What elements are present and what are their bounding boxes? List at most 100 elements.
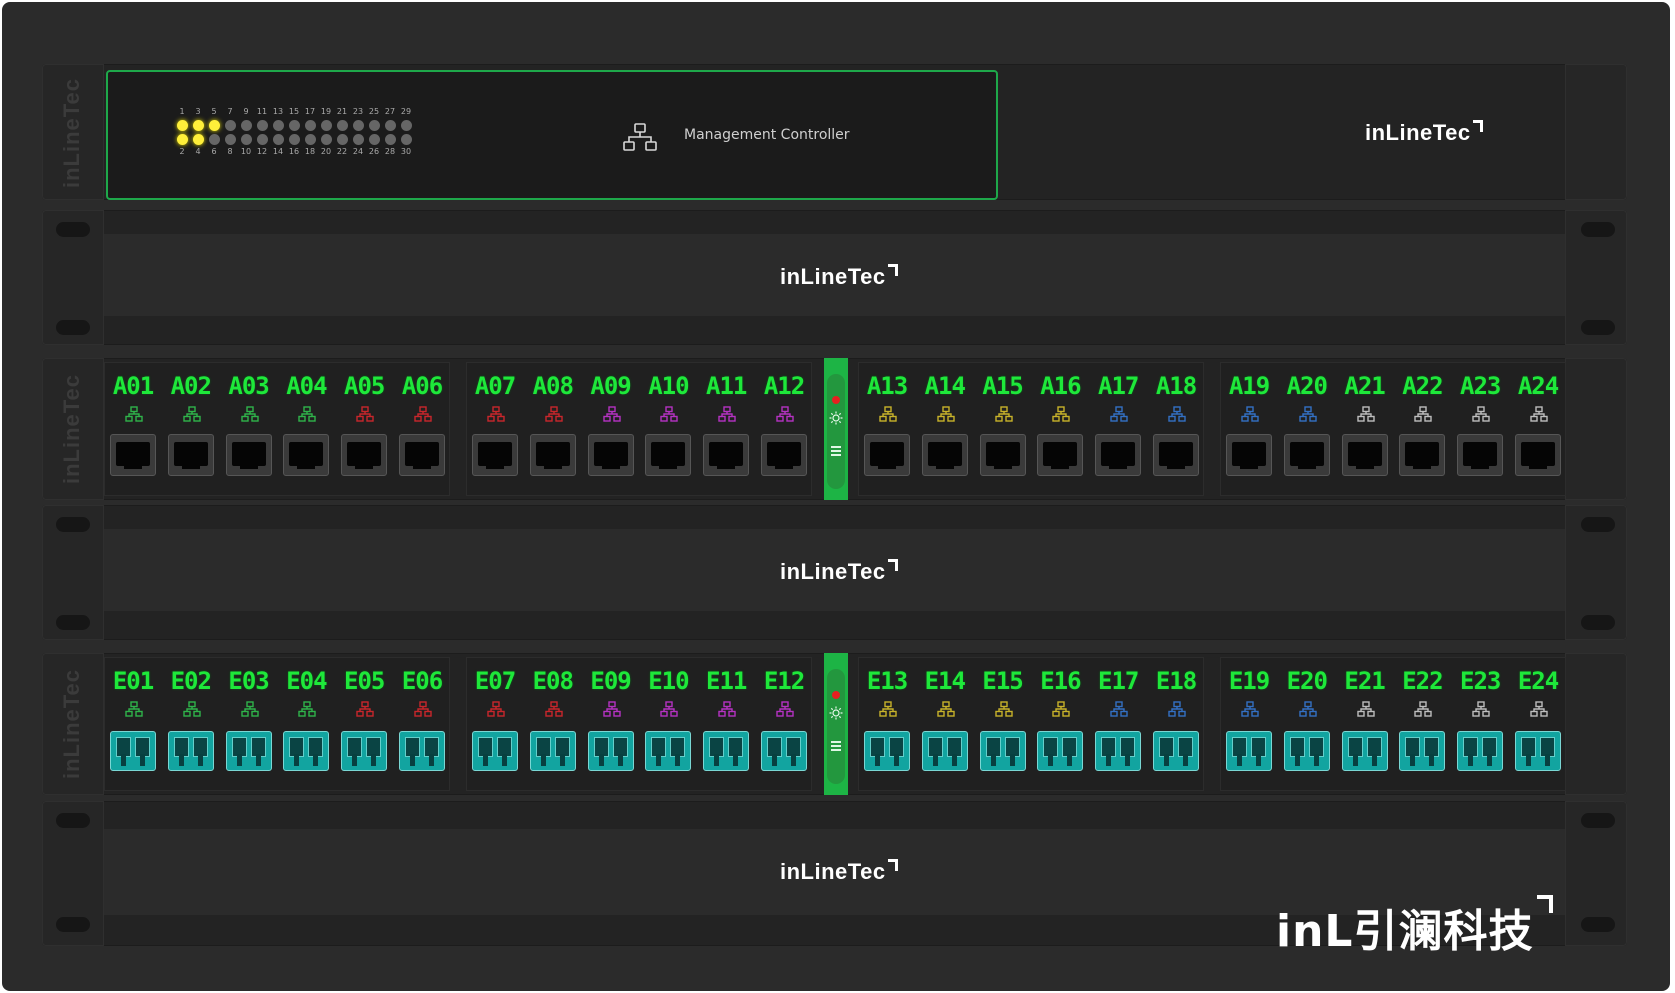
- port-label: E13: [866, 667, 908, 695]
- network-icon: [1530, 406, 1548, 422]
- port-led: [176, 134, 188, 145]
- port-led: [352, 120, 364, 131]
- port-led: [192, 134, 204, 145]
- right-rack-ear: [1565, 210, 1627, 345]
- rj45-port[interactable]: [1226, 434, 1272, 476]
- led-number-top: 9: [243, 107, 249, 116]
- rj45-port[interactable]: [1037, 434, 1084, 476]
- rj45-port[interactable]: [110, 434, 156, 476]
- port-led: [240, 120, 252, 131]
- led-number-bottom: 22: [336, 147, 348, 156]
- rj45-port[interactable]: [399, 434, 445, 476]
- port-label: A16: [1040, 372, 1081, 400]
- lc-fiber-port[interactable]: [1037, 731, 1084, 771]
- rj45-port[interactable]: [283, 434, 330, 476]
- panel-control-strip[interactable]: [824, 358, 848, 500]
- rj45-port[interactable]: [1153, 434, 1199, 476]
- network-icon: [183, 701, 201, 717]
- lc-fiber-port[interactable]: [1095, 731, 1142, 771]
- network-icon: [240, 701, 259, 717]
- lc-fiber-port[interactable]: [587, 731, 634, 771]
- port-label: A07: [474, 372, 516, 400]
- lc-fiber-port[interactable]: [703, 731, 750, 771]
- lc-fiber-port[interactable]: [225, 731, 272, 771]
- lc-fiber-port[interactable]: [1226, 731, 1272, 771]
- port-label: A01: [112, 372, 154, 400]
- rj45-port[interactable]: [167, 434, 214, 476]
- panel-control-strip[interactable]: [824, 653, 848, 795]
- lc-fiber-port[interactable]: [864, 731, 910, 771]
- rj45-port[interactable]: [979, 434, 1026, 476]
- network-icon: [1356, 406, 1375, 422]
- lc-fiber-port[interactable]: [1153, 731, 1199, 771]
- port-led: [384, 120, 396, 131]
- light-icon: [829, 411, 843, 425]
- led-number-top: 29: [400, 107, 412, 116]
- rj45-port[interactable]: [864, 434, 910, 476]
- lc-fiber-port[interactable]: [1399, 731, 1446, 771]
- led-column: 15 16: [286, 107, 302, 157]
- rj45-port[interactable]: [1457, 434, 1504, 476]
- brand-logo-management: inLineTec: [1365, 120, 1483, 146]
- rj45-port[interactable]: [1399, 434, 1446, 476]
- rj45-port[interactable]: [921, 434, 968, 476]
- port-label: A09: [590, 372, 631, 400]
- rj45-port[interactable]: [529, 434, 576, 476]
- lc-fiber-port[interactable]: [921, 731, 968, 771]
- left-rack-ear: [42, 505, 104, 640]
- lc-fiber-port[interactable]: [1341, 731, 1388, 771]
- led-column: 13 14: [270, 107, 286, 157]
- port-label: A18: [1155, 372, 1197, 400]
- port-label: A14: [924, 372, 966, 400]
- port-label: E15: [982, 667, 1023, 695]
- rj45-port[interactable]: [1341, 434, 1388, 476]
- lc-fiber-port[interactable]: [283, 731, 330, 771]
- led-column: 56: [206, 107, 222, 157]
- lc-fiber-port[interactable]: [110, 731, 156, 771]
- port-led: [176, 120, 188, 131]
- port-group: E01 E02 E03 E04 E05 E06: [104, 657, 450, 791]
- lc-fiber-port[interactable]: [761, 731, 807, 771]
- rj45-port[interactable]: [1283, 434, 1330, 476]
- lc-fiber-port[interactable]: [979, 731, 1026, 771]
- led-number-bottom: 24: [352, 147, 364, 156]
- port-label: A02: [170, 372, 212, 400]
- lc-fiber-port[interactable]: [1457, 731, 1504, 771]
- rj45-port[interactable]: [341, 434, 388, 476]
- port-label: A12: [763, 372, 805, 400]
- network-icon: [183, 406, 201, 422]
- led-number-top: 15: [288, 107, 300, 116]
- rj45-port[interactable]: [703, 434, 750, 476]
- port-led: [384, 134, 396, 145]
- led-number-top: 13: [272, 107, 284, 116]
- lc-fiber-port[interactable]: [1283, 731, 1330, 771]
- lc-fiber-port[interactable]: [529, 731, 576, 771]
- lc-fiber-port[interactable]: [472, 731, 518, 771]
- vertical-brand-logo: inLineTec: [59, 373, 84, 485]
- port-label: A22: [1402, 372, 1443, 400]
- lc-fiber-port[interactable]: [1515, 731, 1561, 771]
- network-icon: [414, 701, 432, 717]
- port-label: A19: [1228, 372, 1270, 400]
- network-icon: [602, 701, 621, 717]
- led-column: 21 22: [334, 107, 350, 157]
- rj45-port[interactable]: [472, 434, 518, 476]
- rj45-port[interactable]: [1095, 434, 1142, 476]
- network-icon: [1414, 406, 1433, 422]
- port-led: [336, 120, 348, 131]
- lc-fiber-port[interactable]: [645, 731, 692, 771]
- lc-fiber-port[interactable]: [341, 731, 388, 771]
- lc-fiber-port[interactable]: [399, 731, 445, 771]
- rj45-port[interactable]: [645, 434, 692, 476]
- rj45-port[interactable]: [225, 434, 272, 476]
- lc-fiber-port[interactable]: [167, 731, 214, 771]
- network-icon: [1356, 701, 1375, 717]
- server-rack: inLineTec 1 2 3 4 5 6 7 8 9 10 11 12 13 14 15 16 17 18 19 2…: [2, 2, 1670, 991]
- rj45-port[interactable]: [1515, 434, 1561, 476]
- port-led: [320, 120, 332, 131]
- rj45-port[interactable]: [587, 434, 634, 476]
- management-controller-module[interactable]: 1 2 3 4 5 6 7 8 9 10 11 12 13 14 15 16 17 18 19 20 21 22 23 24 2…: [106, 70, 998, 200]
- network-icon: [1052, 701, 1071, 717]
- rj45-port[interactable]: [761, 434, 807, 476]
- led-number-top: 21: [336, 107, 348, 116]
